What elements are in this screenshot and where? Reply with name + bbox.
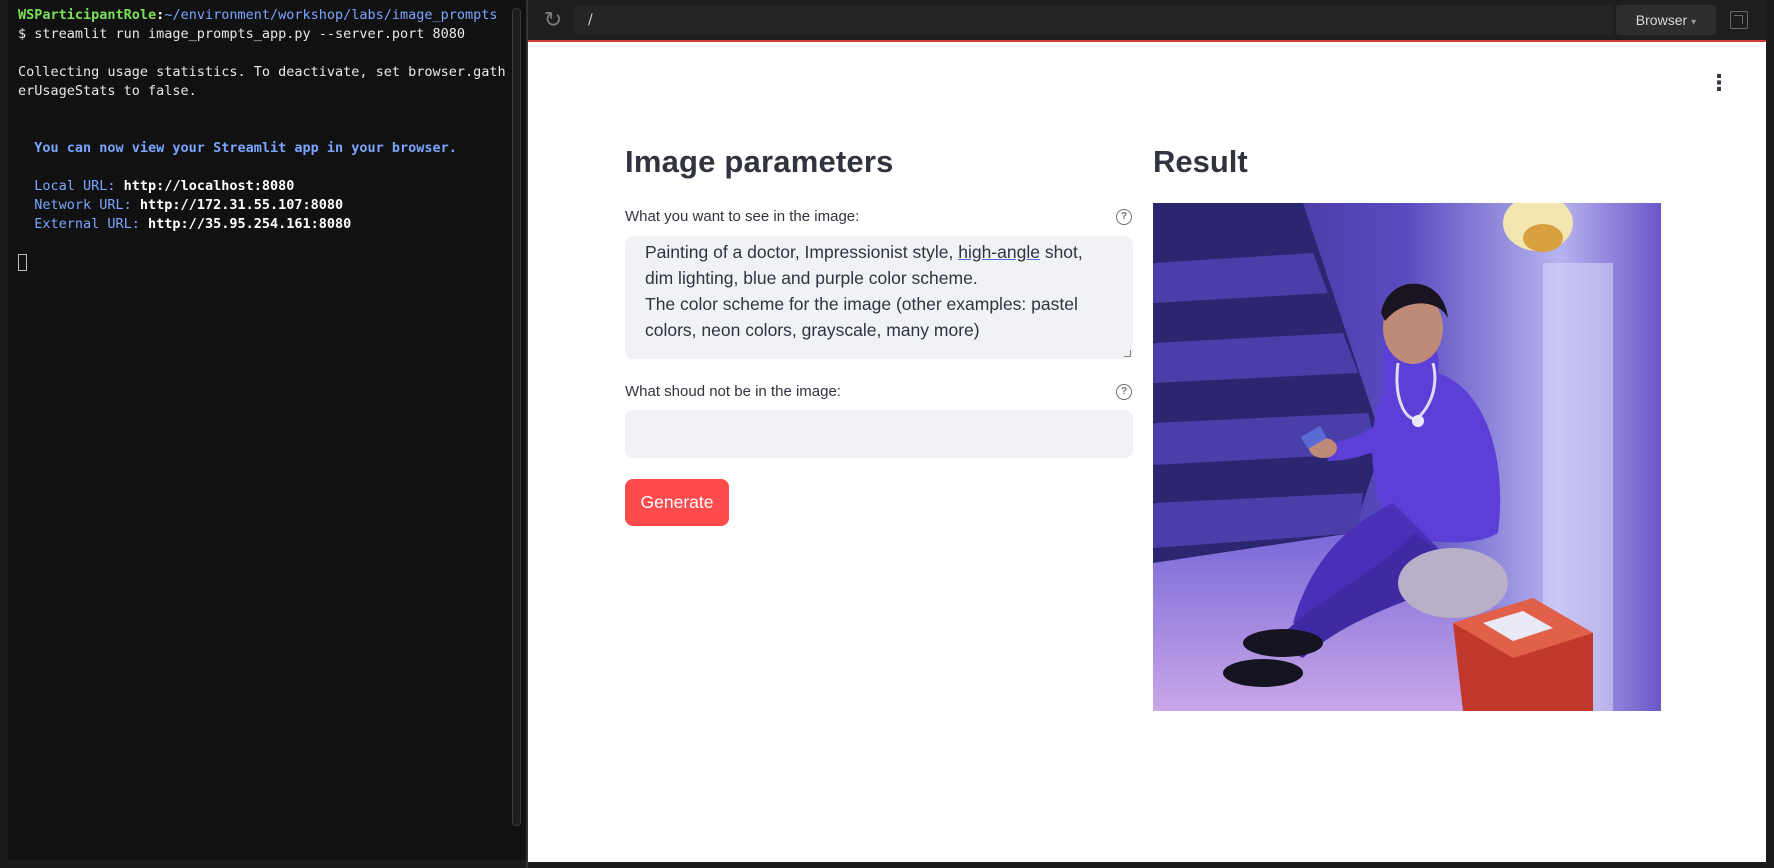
network-url-label: Network URL: bbox=[18, 197, 140, 213]
terminal-usage-line-1: Collecting usage statistics. To deactiva… bbox=[18, 64, 506, 80]
terminal-command: $ streamlit run image_prompts_app.py --s… bbox=[18, 26, 466, 42]
url-bar[interactable]: / bbox=[574, 5, 1614, 35]
terminal-pane[interactable]: WSParticipantRole:~/environment/workshop… bbox=[8, 0, 528, 860]
network-url[interactable]: http://172.31.55.107:8080 bbox=[140, 197, 343, 213]
result-image bbox=[1153, 203, 1661, 711]
terminal-local-url-line: Local URL: http://localhost:8080 bbox=[18, 177, 527, 196]
prompt-label: What you want to see in the image: bbox=[625, 208, 860, 225]
reload-icon[interactable]: ↻ bbox=[540, 8, 566, 34]
terminal-blank bbox=[18, 101, 527, 120]
help-icon[interactable]: ? bbox=[1116, 209, 1132, 225]
prompt-text-part: Painting of a doctor, Impressionist styl… bbox=[645, 242, 959, 262]
negative-prompt-label: What shoud not be in the image: bbox=[625, 383, 841, 400]
pop-out-icon[interactable] bbox=[1730, 11, 1748, 29]
chevron-down-icon: ▾ bbox=[1691, 17, 1697, 28]
terminal-blank bbox=[18, 158, 527, 177]
result-heading: Result bbox=[1153, 144, 1248, 179]
prompt-user: WSParticipantRole bbox=[18, 7, 157, 23]
terminal-usage-line-2: erUsageStats to false. bbox=[18, 83, 197, 99]
prompt-textarea[interactable]: Painting of a doctor, Impressionist styl… bbox=[625, 236, 1133, 359]
prompt-text-underlined: high-angle bbox=[958, 242, 1040, 262]
terminal-external-url-line: External URL: http://35.95.254.161:8080 bbox=[18, 215, 527, 234]
terminal-cursor bbox=[18, 253, 27, 271]
main-menu-icon[interactable]: ⋮ bbox=[1708, 73, 1730, 95]
terminal-cursor-line bbox=[18, 253, 527, 272]
terminal-view-message: You can now view your Streamlit app in y… bbox=[18, 140, 457, 156]
help-icon[interactable]: ? bbox=[1116, 384, 1132, 400]
external-url-label: External URL: bbox=[18, 216, 149, 232]
local-url[interactable]: http://localhost:8080 bbox=[124, 178, 295, 194]
browser-toolbar: ↻ / Browser ▾ bbox=[528, 0, 1766, 42]
generate-button[interactable]: Generate bbox=[625, 479, 729, 526]
terminal-blank bbox=[18, 234, 527, 253]
resize-handle[interactable] bbox=[1124, 350, 1131, 357]
image-parameters-heading: Image parameters bbox=[625, 144, 894, 179]
terminal-scrollbar[interactable] bbox=[512, 8, 521, 826]
terminal-blank bbox=[18, 120, 527, 139]
terminal-blank bbox=[18, 44, 527, 63]
browser-pane: ↻ / Browser ▾ ⋮ Image parameters Result W… bbox=[528, 0, 1766, 862]
prompt-path: ~/environment/workshop/labs/image_prompt… bbox=[164, 7, 498, 23]
browser-button-label: Browser bbox=[1635, 12, 1688, 28]
terminal-prompt-line: WSParticipantRole:~/environment/workshop… bbox=[18, 6, 527, 25]
browser-dropdown-button[interactable]: Browser ▾ bbox=[1616, 5, 1716, 35]
terminal-network-url-line: Network URL: http://172.31.55.107:8080 bbox=[18, 196, 527, 215]
negative-prompt-input[interactable] bbox=[625, 410, 1133, 458]
external-url[interactable]: http://35.95.254.161:8080 bbox=[148, 216, 351, 232]
local-url-label: Local URL: bbox=[18, 178, 124, 194]
